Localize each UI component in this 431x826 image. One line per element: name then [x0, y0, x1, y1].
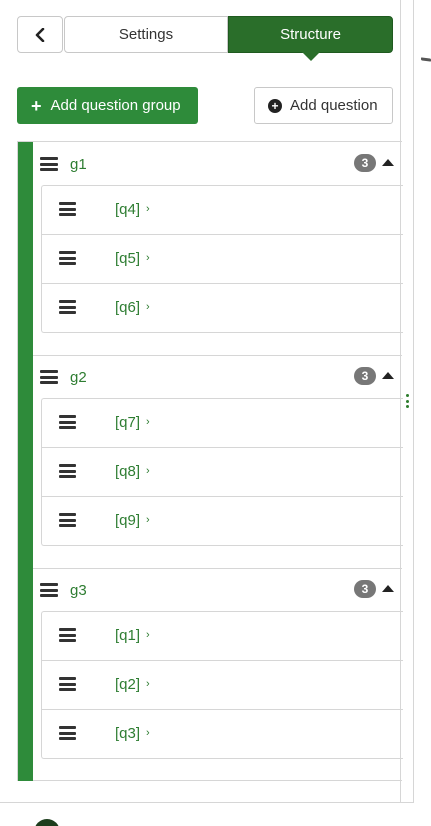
- question-code[interactable]: [q2]: [115, 676, 140, 693]
- question-group: g1 3 [q4] › [q5] › [q6] ›: [18, 142, 403, 355]
- group-header[interactable]: g3 3: [33, 568, 402, 612]
- tab-structure[interactable]: Structure: [228, 16, 393, 61]
- drag-handle-icon[interactable]: [59, 677, 76, 691]
- chevron-right-icon: ›: [146, 465, 150, 477]
- question-count-badge: 3: [354, 367, 376, 385]
- plus-circle-icon: +: [268, 98, 282, 113]
- resize-handle-icon[interactable]: [405, 394, 409, 408]
- drag-handle-icon[interactable]: [40, 370, 58, 384]
- question-code[interactable]: [q8]: [115, 463, 140, 480]
- drag-handle-icon[interactable]: [40, 583, 58, 597]
- question-item[interactable]: [q1] ›: [42, 612, 403, 661]
- back-button[interactable]: [17, 16, 63, 53]
- drag-handle-icon[interactable]: [59, 251, 76, 265]
- question-code[interactable]: [q1]: [115, 627, 140, 644]
- collapse-caret-icon[interactable]: [382, 585, 394, 592]
- question-list: [q4] › [q5] › [q6] ›: [41, 185, 403, 333]
- tab-settings[interactable]: Settings: [64, 16, 228, 53]
- question-code[interactable]: [q9]: [115, 512, 140, 529]
- action-buttons: + Add question group + Add question: [17, 87, 393, 124]
- add-question-button[interactable]: + Add question: [254, 87, 393, 124]
- question-item[interactable]: [q2] ›: [42, 661, 403, 710]
- chevron-right-icon: ›: [146, 678, 150, 690]
- group-name-link[interactable]: g3: [70, 582, 87, 599]
- question-code[interactable]: [q3]: [115, 725, 140, 742]
- question-code[interactable]: [q7]: [115, 414, 140, 431]
- drag-handle-icon[interactable]: [59, 300, 76, 314]
- question-code[interactable]: [q6]: [115, 299, 140, 316]
- question-item[interactable]: [q8] ›: [42, 448, 403, 497]
- question-code[interactable]: [q5]: [115, 250, 140, 267]
- chevron-right-icon: ›: [146, 629, 150, 641]
- question-count-badge: 3: [354, 580, 376, 598]
- chevron-right-icon: ›: [146, 301, 150, 313]
- chevron-right-icon: ›: [146, 252, 150, 264]
- question-group-list: g1 3 [q4] › [q5] › [q6] › g2 3 [q7] › [q…: [17, 141, 403, 781]
- collapse-caret-icon[interactable]: [382, 372, 394, 379]
- group-header[interactable]: g2 3: [33, 355, 402, 399]
- chevron-left-icon: [35, 27, 45, 42]
- drag-handle-icon[interactable]: [59, 464, 76, 478]
- drag-handle-icon[interactable]: [59, 628, 76, 642]
- drag-handle-icon[interactable]: [59, 726, 76, 740]
- question-item[interactable]: [q3] ›: [42, 710, 403, 758]
- chevron-right-icon: ›: [146, 203, 150, 215]
- question-count-badge: 3: [354, 154, 376, 172]
- question-item[interactable]: [q4] ›: [42, 186, 403, 235]
- chevron-right-icon: ›: [146, 727, 150, 739]
- panel-divider: [413, 0, 414, 802]
- chevron-right-icon: ›: [146, 514, 150, 526]
- question-item[interactable]: [q7] ›: [42, 399, 403, 448]
- add-question-label: Add question: [290, 97, 378, 114]
- drag-handle-icon[interactable]: [59, 202, 76, 216]
- group-name-link[interactable]: g1: [70, 156, 87, 173]
- question-list: [q7] › [q8] › [q9] ›: [41, 398, 403, 546]
- question-item[interactable]: [q9] ›: [42, 497, 403, 545]
- question-item[interactable]: [q6] ›: [42, 284, 403, 332]
- group-name-link[interactable]: g2: [70, 369, 87, 386]
- question-code[interactable]: [q4]: [115, 201, 140, 218]
- right-panel-edge: [421, 57, 431, 62]
- drag-handle-icon[interactable]: [59, 513, 76, 527]
- drag-handle-icon[interactable]: [40, 157, 58, 171]
- question-item[interactable]: [q5] ›: [42, 235, 403, 284]
- add-question-group-label: Add question group: [50, 97, 181, 114]
- group-header[interactable]: g1 3: [33, 142, 402, 186]
- footer-divider: [0, 802, 414, 803]
- question-group: g2 3 [q7] › [q8] › [q9] ›: [18, 355, 403, 568]
- drag-handle-icon[interactable]: [59, 415, 76, 429]
- sidebar-tabbar: Settings Structure: [17, 16, 393, 61]
- question-list: [q1] › [q2] › [q3] ›: [41, 611, 403, 759]
- plus-icon: +: [31, 95, 42, 116]
- add-question-group-button[interactable]: + Add question group: [17, 87, 198, 124]
- chevron-right-icon: ›: [146, 416, 150, 428]
- help-icon[interactable]: [34, 819, 60, 826]
- collapse-caret-icon[interactable]: [382, 159, 394, 166]
- question-group: g3 3 [q1] › [q2] › [q3] ›: [18, 568, 403, 781]
